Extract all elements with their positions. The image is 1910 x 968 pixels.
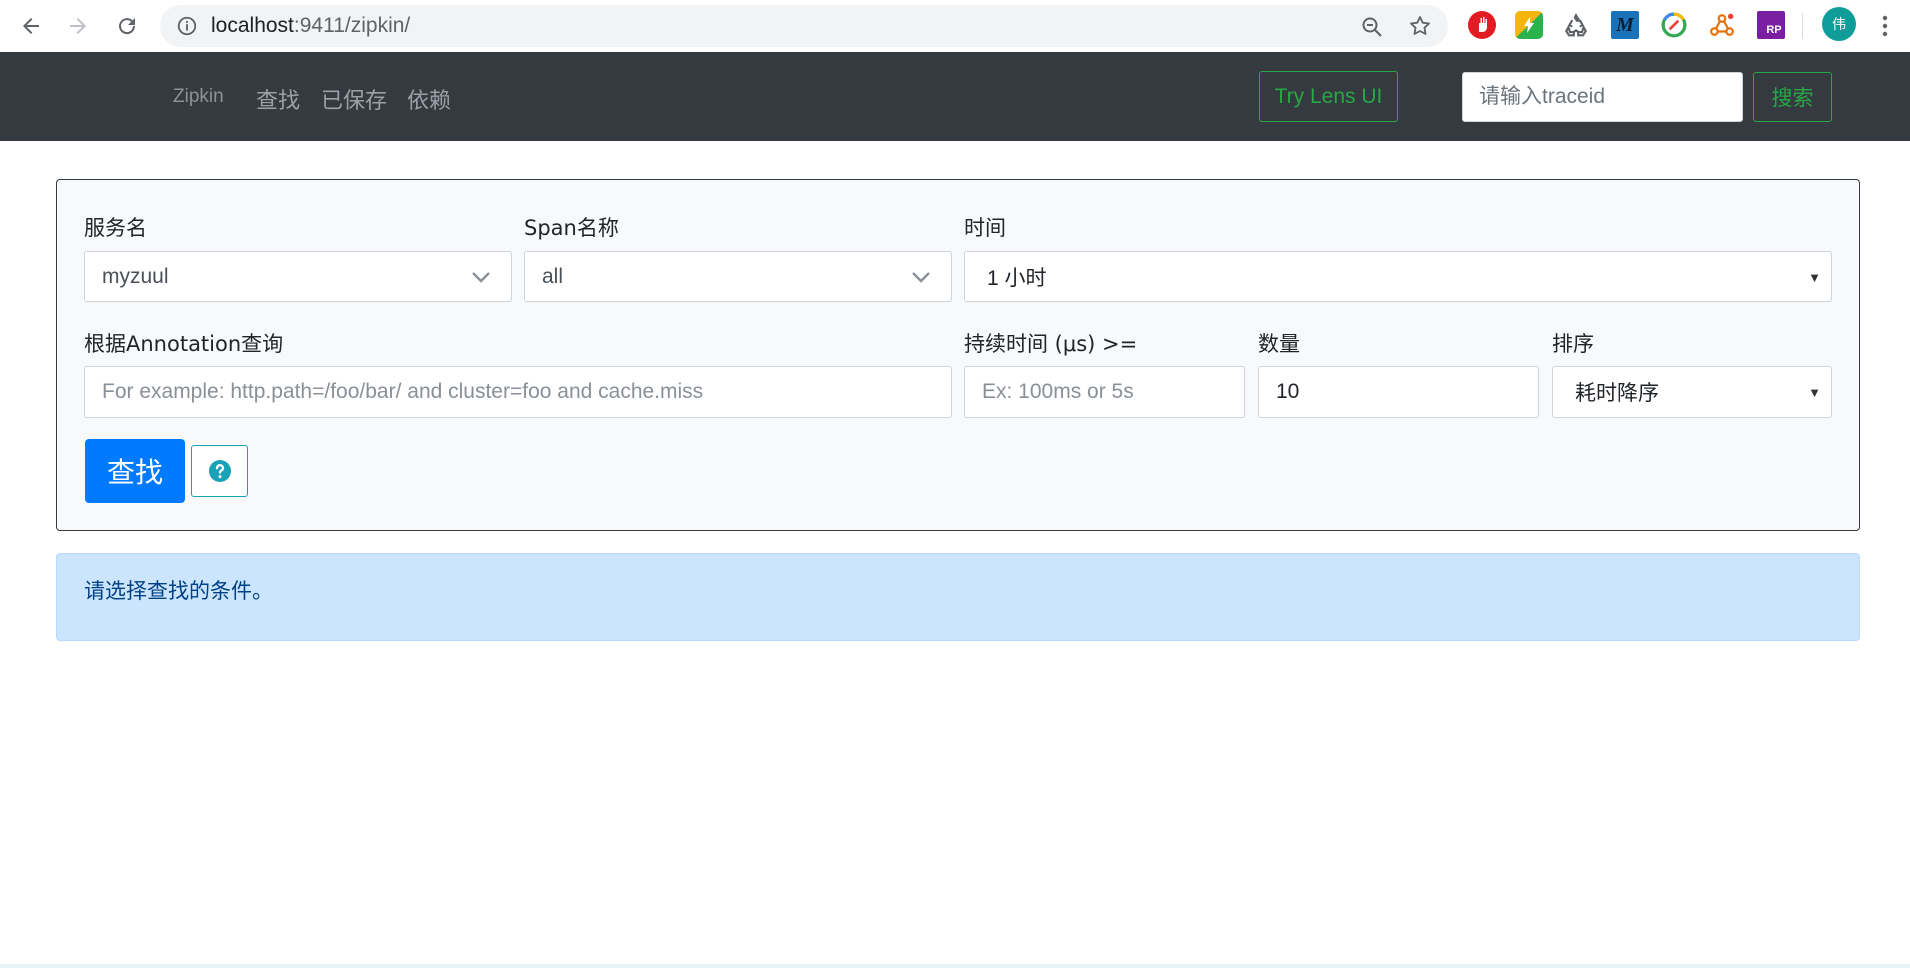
back-button[interactable] xyxy=(13,8,49,44)
service-name-label: 服务名 xyxy=(84,216,147,240)
zoom-icon[interactable] xyxy=(1360,15,1384,39)
more-menu-icon[interactable] xyxy=(1873,12,1897,40)
annotation-query-label: 根据Annotation查询 xyxy=(84,332,284,356)
adblock-icon[interactable] xyxy=(1468,11,1496,39)
url-text: localhost:9411/zipkin/ xyxy=(211,14,410,38)
arrow-left-icon xyxy=(23,18,39,34)
question-circle-icon xyxy=(208,460,231,482)
brand-logo[interactable]: Zipkin xyxy=(173,86,224,108)
rp-icon[interactable]: RP xyxy=(1757,11,1785,39)
span-name-label: Span名称 xyxy=(524,216,619,240)
help-button[interactable] xyxy=(191,445,248,497)
duration-input[interactable]: Ex: 100ms or 5s xyxy=(964,366,1245,418)
caret-down-icon: ▼ xyxy=(1808,270,1821,285)
url-host: localhost xyxy=(211,14,294,37)
nav-link-saved[interactable]: 已保存 xyxy=(321,83,387,115)
address-bar[interactable]: localhost:9411/zipkin/ xyxy=(160,5,1448,47)
reload-icon xyxy=(119,18,136,35)
traceid-input[interactable] xyxy=(1462,72,1743,122)
markdown-icon[interactable]: M xyxy=(1611,11,1639,39)
forward-button[interactable] xyxy=(60,8,96,44)
reload-button[interactable] xyxy=(109,8,145,44)
limit-input[interactable]: 10 xyxy=(1258,366,1539,418)
trace-search-button[interactable]: 搜索 xyxy=(1753,72,1832,122)
network-icon[interactable] xyxy=(1708,11,1736,39)
find-button[interactable]: 查找 xyxy=(85,439,185,503)
try-lens-ui-button[interactable]: Try Lens UI xyxy=(1259,71,1398,122)
nav-link-dependencies[interactable]: 依赖 xyxy=(407,83,451,115)
avatar-text: 伟 xyxy=(1832,17,1846,33)
limit-value: 10 xyxy=(1276,380,1300,403)
chevron-down-icon xyxy=(472,272,490,283)
alert-message: 请选择查找的条件。 xyxy=(84,579,273,603)
annotation-query-placeholder: For example: http.path=/foo/bar/ and clu… xyxy=(102,380,704,403)
browser-toolbar: localhost:9411/zipkin/ M RP 伟 xyxy=(0,0,1910,52)
time-value: 1 小时 xyxy=(987,266,1047,290)
markdown-icon-letter: M xyxy=(1616,13,1634,36)
url-path: :9411/zipkin/ xyxy=(293,14,411,37)
page-bottom-border xyxy=(0,964,1910,968)
avatar[interactable]: 伟 xyxy=(1822,7,1856,41)
search-form-card: 服务名 myzuul Span名称 all 时间 1 小时 ▼ 根据Annota… xyxy=(56,179,1860,531)
service-name-value: myzuul xyxy=(102,264,169,288)
sort-select[interactable]: 耗时降序 ▼ xyxy=(1552,366,1832,418)
caret-down-icon: ▼ xyxy=(1808,385,1821,400)
toolbar-divider xyxy=(1802,13,1803,39)
rp-icon-label: RP xyxy=(1766,24,1782,36)
sort-value: 耗时降序 xyxy=(1575,382,1659,405)
duration-label: 持续时间 (μs) >= xyxy=(964,332,1138,356)
chrome-tool-icon[interactable] xyxy=(1660,11,1688,39)
span-name-value: all xyxy=(542,264,564,288)
limit-label: 数量 xyxy=(1258,332,1300,356)
service-name-select[interactable]: myzuul xyxy=(84,251,512,302)
bookmark-star-icon[interactable] xyxy=(1408,14,1432,38)
feedly-icon[interactable] xyxy=(1515,11,1543,39)
recycle-icon[interactable] xyxy=(1562,11,1590,39)
time-label: 时间 xyxy=(964,216,1006,240)
nav-link-find[interactable]: 查找 xyxy=(256,83,300,115)
duration-placeholder: Ex: 100ms or 5s xyxy=(982,380,1134,403)
time-select[interactable]: 1 小时 ▼ xyxy=(964,251,1832,302)
top-navbar: Zipkin 查找 已保存 依赖 Try Lens UI 搜索 xyxy=(0,52,1910,141)
annotation-query-input[interactable]: For example: http.path=/foo/bar/ and clu… xyxy=(84,366,952,418)
chevron-down-icon xyxy=(912,272,930,283)
arrow-right-icon xyxy=(70,18,86,34)
info-alert: 请选择查找的条件。 xyxy=(56,553,1860,641)
sort-label: 排序 xyxy=(1552,332,1594,356)
info-icon xyxy=(177,16,197,36)
span-name-select[interactable]: all xyxy=(524,251,952,302)
